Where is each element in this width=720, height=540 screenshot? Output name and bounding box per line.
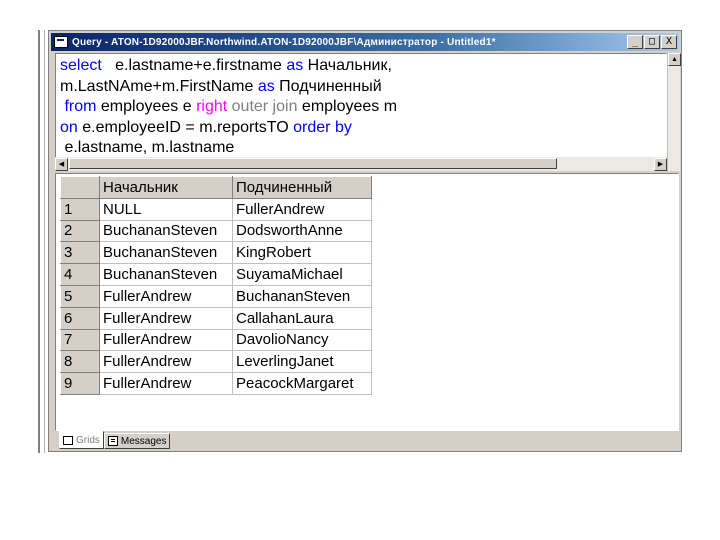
scroll-up-arrow-icon[interactable]: ▲ — [668, 53, 681, 66]
sql-keyword: on — [60, 118, 78, 136]
row-number[interactable]: 6 — [60, 306, 100, 330]
scroll-left-arrow-icon[interactable]: ◀ — [55, 157, 68, 171]
cell-subordinate[interactable]: KingRobert — [232, 241, 372, 265]
cell-subordinate[interactable]: CallahanLaura — [232, 306, 372, 330]
results-grid-pane[interactable]: Начальник Подчиненный 1 NULL FullerAndrew 2… — [55, 173, 679, 431]
messages-icon — [107, 436, 118, 446]
column-header-subordinate[interactable]: Подчиненный — [232, 176, 372, 199]
table-row[interactable]: 4 BuchananSteven SuyamaMichael — [60, 263, 372, 286]
cell-boss[interactable]: FullerAndrew — [99, 306, 233, 330]
sql-keyword: from — [60, 98, 97, 115]
maximize-button[interactable]: □ — [644, 35, 660, 49]
scroll-right-arrow-icon[interactable]: ▶ — [654, 157, 667, 171]
cell-subordinate[interactable]: PeacockMargaret — [232, 372, 372, 395]
sql-keyword: right — [196, 98, 228, 115]
cell-subordinate[interactable]: FullerAndrew — [232, 197, 372, 221]
cell-subordinate[interactable]: LeverlingJanet — [232, 350, 372, 374]
cell-subordinate[interactable]: DodsworthAnne — [232, 219, 372, 243]
sql-text: e.employeeID = m.reportsTO — [77, 118, 294, 136]
sql-text: m.LastNAme+m.FirstName — [60, 77, 258, 95]
table-row[interactable]: 2 BuchananSteven DodsworthAnne — [60, 219, 372, 243]
column-header-boss[interactable]: Начальник — [99, 176, 233, 199]
scroll-thumb[interactable] — [69, 158, 557, 169]
table-row[interactable]: 9 FullerAndrew PeacockMargaret — [60, 372, 372, 395]
sql-keyword: select — [60, 57, 102, 74]
sql-editor[interactable]: select e.lastname+e.firstname as Начальн… — [55, 53, 667, 171]
sql-text: e.lastname+e.firstname — [101, 57, 287, 74]
editor-vertical-scrollbar[interactable]: ▲ — [667, 53, 681, 171]
cell-boss[interactable]: FullerAndrew — [99, 328, 233, 352]
sql-line: e.lastname, m.lastname — [60, 138, 397, 159]
row-number[interactable]: 1 — [60, 197, 100, 221]
table-row[interactable]: 7 FullerAndrew DavolioNancy — [60, 328, 372, 352]
row-number[interactable]: 8 — [60, 350, 100, 374]
table-row[interactable]: 3 BuchananSteven KingRobert — [60, 241, 372, 265]
tab-grids[interactable]: Grids — [59, 431, 104, 449]
cell-boss[interactable]: FullerAndrew — [99, 372, 233, 395]
sql-text: Начальник, — [303, 57, 392, 74]
cell-subordinate[interactable]: BuchananSteven — [232, 284, 372, 308]
results-table: Начальник Подчиненный 1 NULL FullerAndrew 2… — [60, 176, 372, 395]
window-title: Query - ATON-1D92000JBF.Northwind.ATON-1… — [72, 36, 496, 48]
editor-horizontal-scrollbar[interactable]: ◀ ▶ — [55, 157, 667, 171]
sql-text: e.lastname, m.lastname — [60, 139, 235, 156]
row-number[interactable]: 3 — [60, 241, 100, 265]
cell-boss[interactable]: FullerAndrew — [99, 350, 233, 374]
table-row[interactable]: 5 FullerAndrew BuchananSteven — [60, 284, 372, 308]
results-tabs: Grids Messages — [59, 431, 171, 449]
row-number[interactable]: 5 — [60, 284, 100, 308]
minimize-button[interactable]: _ — [627, 35, 643, 49]
sql-text: Подчиненный — [274, 77, 382, 95]
outer-frame-line — [44, 30, 45, 453]
row-number[interactable]: 2 — [60, 219, 100, 243]
cell-boss[interactable]: NULL — [99, 197, 233, 221]
table-header-row: Начальник Подчиненный — [60, 176, 372, 199]
cell-boss[interactable]: FullerAndrew — [99, 284, 233, 308]
sql-text: employees e — [96, 98, 197, 115]
sql-line: from employees e right outer join employ… — [60, 97, 397, 118]
tab-messages[interactable]: Messages — [103, 433, 171, 449]
sql-keyword: as — [257, 77, 275, 95]
cell-boss[interactable]: BuchananSteven — [99, 219, 233, 243]
sql-text: employees m — [297, 98, 398, 115]
sql-line: on e.employeeID = m.reportsTO order by — [60, 118, 397, 139]
corner-cell[interactable] — [60, 176, 100, 199]
table-row[interactable]: 1 NULL FullerAndrew — [60, 197, 372, 221]
grid-icon — [63, 435, 73, 445]
outer-frame-line — [38, 30, 40, 453]
window-controls: _ □ X — [627, 35, 677, 49]
sql-line: m.LastNAme+m.FirstName as Подчиненный — [60, 77, 397, 98]
sql-line: select e.lastname+e.firstname as Начальн… — [60, 56, 397, 77]
tab-grids-label: Grids — [76, 434, 100, 446]
row-number[interactable]: 7 — [60, 328, 100, 352]
query-window: Query - ATON-1D92000JBF.Northwind.ATON-1… — [48, 30, 682, 452]
query-window-icon — [54, 36, 68, 48]
cell-subordinate[interactable]: DavolioNancy — [232, 328, 372, 352]
close-button[interactable]: X — [661, 35, 677, 49]
row-number[interactable]: 9 — [60, 372, 100, 395]
table-row[interactable]: 6 FullerAndrew CallahanLaura — [60, 306, 372, 330]
tab-messages-label: Messages — [120, 435, 167, 447]
table-row[interactable]: 8 FullerAndrew LeverlingJanet — [60, 350, 372, 374]
sql-keyword: outer join — [231, 98, 298, 115]
sql-keyword: order by — [293, 118, 352, 136]
row-number[interactable]: 4 — [60, 263, 100, 286]
cell-boss[interactable]: BuchananSteven — [99, 263, 233, 286]
sql-code: select e.lastname+e.firstname as Начальн… — [60, 56, 397, 159]
cell-boss[interactable]: BuchananSteven — [99, 241, 233, 265]
title-bar[interactable]: Query - ATON-1D92000JBF.Northwind.ATON-1… — [51, 33, 679, 51]
cell-subordinate[interactable]: SuyamaMichael — [232, 263, 372, 286]
sql-keyword: as — [286, 57, 304, 74]
